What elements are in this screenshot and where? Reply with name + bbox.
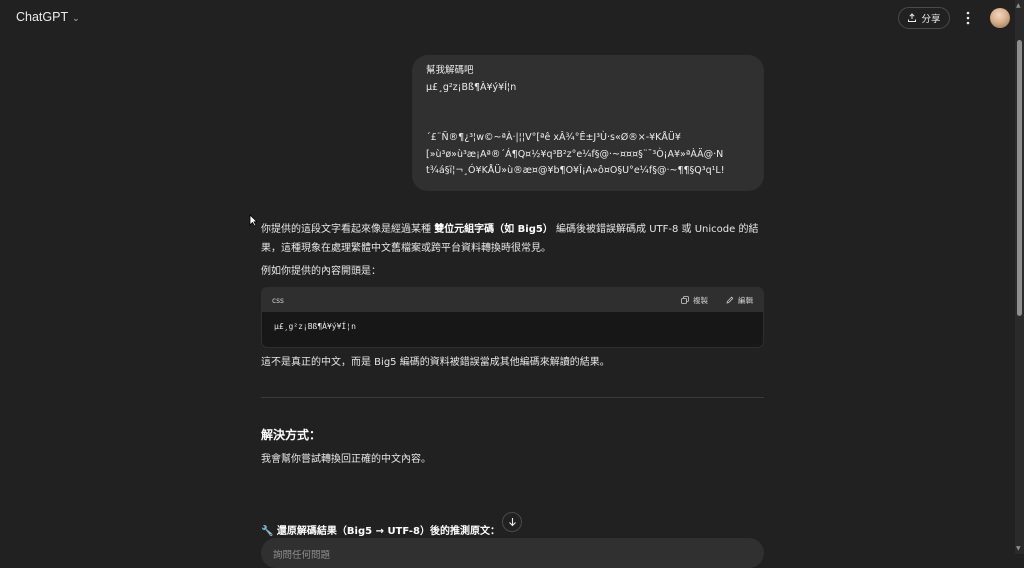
more-options-button[interactable] [961, 9, 975, 27]
user-message-line: t¾á§ï¦¬¸Ó¥KÅÜ»ù®æ¤@¥b¶O¥Î¡A»ô¤O§U°e¼f§@·… [426, 165, 725, 176]
bold-text: 雙位元組字碼（如 Big5） [434, 224, 553, 235]
scroll-down-arrow-icon[interactable]: ▼ [1016, 545, 1021, 552]
app-title: ChatGPT [16, 10, 69, 24]
edit-code-button[interactable]: 編輯 [726, 295, 753, 306]
mouse-cursor-icon [249, 214, 258, 227]
assistant-paragraph: 你提供的這段文字看起來像是經過某種 雙位元組字碼（如 Big5） 編碼後被錯誤解… [261, 224, 759, 254]
top-bar: ChatGPT ⌄ 分享 [0, 0, 1024, 38]
model-selector[interactable]: ChatGPT ⌄ [16, 10, 80, 24]
share-button[interactable]: 分享 [898, 7, 950, 29]
assistant-paragraph: 我會幫你嘗試轉換回正確的中文內容。 [261, 454, 431, 465]
section-heading: 解決方式： [261, 428, 322, 442]
copy-icon [681, 296, 689, 304]
scrollbar-thumb[interactable] [1017, 40, 1022, 316]
upload-icon [908, 13, 917, 22]
user-message-line: [»ù³ø»ù³æ¡Aª®´Á¶Q¤½¥q³B²z°e¼f§@·~¤¤¤§¨¯³… [426, 148, 724, 160]
scroll-up-arrow-icon[interactable]: ▲ [1016, 2, 1021, 9]
user-message-line: 幫我解碼吧 [426, 65, 474, 76]
pencil-icon [726, 296, 734, 304]
chevron-down-icon: ⌄ [72, 13, 80, 23]
assistant-paragraph: 這不是真正的中文，而是 Big5 編碼的資料被錯誤當成其他編碼來解讀的結果。 [261, 357, 610, 368]
message-input[interactable]: 詢問任何問題 [261, 538, 764, 568]
code-language-label: css [272, 295, 284, 305]
copy-code-button[interactable]: 複製 [681, 295, 708, 306]
assistant-paragraph: 例如你提供的內容開頭是： [261, 266, 381, 277]
share-label: 分享 [921, 14, 941, 25]
user-message-line: ´£¨Ñ®¶¿³¦w©~ªÀ·|¦¦V°[ªê xÂ¾°Ê±J³Ù·s«Ø®×-… [426, 132, 681, 143]
vertical-dots-icon [966, 11, 970, 25]
divider [261, 397, 764, 398]
code-content: µ£¸g²z¡Bß¶À¥ý¥Í¦n [274, 322, 356, 331]
code-block-header: css 複製 編輯 [262, 288, 763, 312]
arrow-down-icon [508, 518, 516, 527]
user-message-line: µ£¸g²z¡Bß¶À¥ý¥Í¦n [426, 81, 517, 93]
scroll-to-bottom-button[interactable] [502, 512, 522, 532]
user-message-bubble: 幫我解碼吧 µ£¸g²z¡Bß¶À¥ý¥Í¦n ´£¨Ñ®¶¿³¦w©~ªÀ·|… [412, 55, 764, 191]
user-avatar[interactable] [990, 8, 1010, 28]
code-block: css 複製 編輯 µ£¸g²z¡Bß¶À¥ý¥Í¦n [261, 287, 764, 348]
